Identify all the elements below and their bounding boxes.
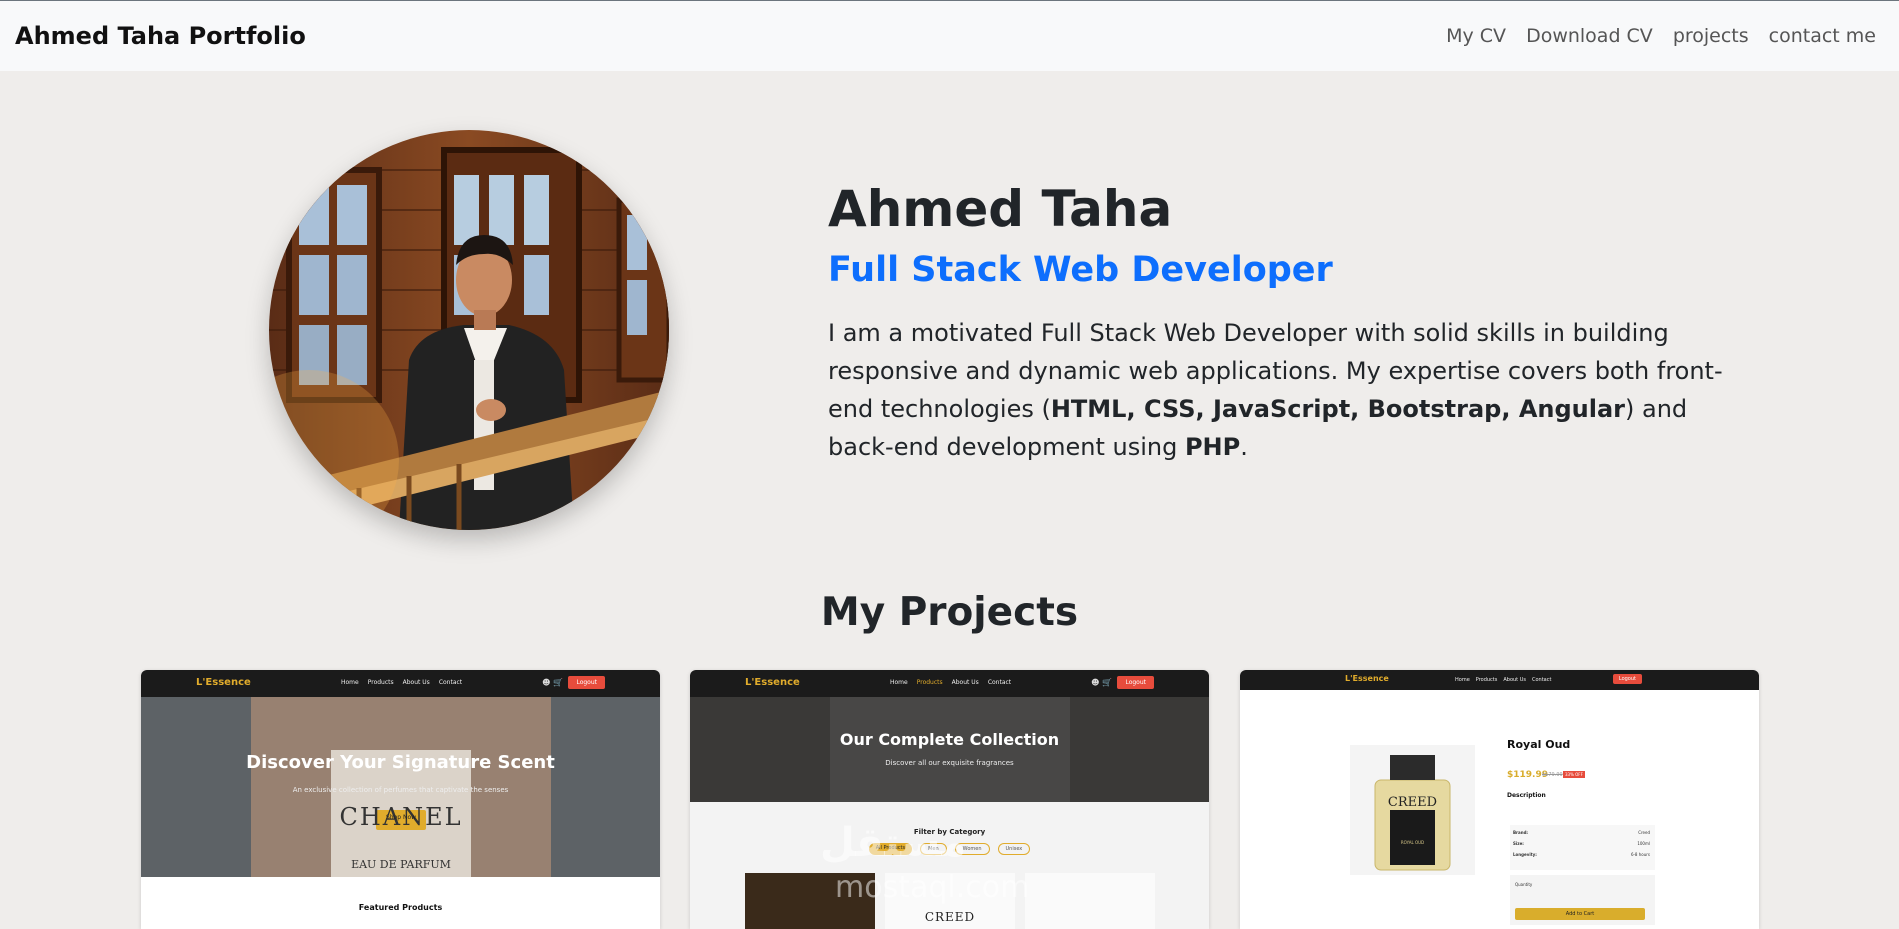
project-1-brand: L'Essence (196, 677, 251, 688)
spec-key: Longevity: (1513, 852, 1537, 857)
project-1-nav-about: About Us (402, 679, 430, 686)
projects-heading: My Projects (820, 590, 1079, 635)
bio-backend-skill: PHP (1184, 433, 1241, 461)
hero-name: Ahmed Taha (828, 180, 1173, 238)
profile-photo (269, 130, 669, 530)
project-2-nav-products: Products (916, 679, 943, 686)
user-cart-icon: ☻ 🛒 (542, 678, 563, 687)
nav-link-contact-me[interactable]: contact me (1769, 25, 1876, 47)
nav-link-my-cv[interactable]: My CV (1446, 25, 1506, 47)
project-2-hero-title: Our Complete Collection (839, 730, 1060, 749)
project-3-screenshot (1240, 670, 1759, 929)
project-2-brand: L'Essence (745, 677, 800, 688)
spec-value: 6-8 hours (1630, 852, 1650, 857)
bio-frontend-skills: HTML, CSS, JavaScript, Bootstrap, Angula… (1050, 395, 1626, 423)
project-2-navbar: L'Essence Home Products About Us Contact… (690, 670, 1209, 697)
project-3-nav-home: Home (1455, 677, 1470, 683)
project-3-specs: Brand: Creed Size: 100ml Longevity: 6-8 hou… (1513, 830, 1650, 857)
project-2-filter-women: Women (954, 843, 990, 855)
project-2-nav-about: About Us (951, 679, 979, 686)
project-3-nav-links: Home Products About Us Contact (1455, 677, 1551, 683)
project-3-brand: L'Essence (1345, 674, 1389, 683)
project-3-navbar: L'Essence Home Products About Us Contact… (1240, 670, 1759, 690)
spec-row: Size: 100ml (1513, 841, 1650, 846)
project-1-nav-home: Home (341, 679, 359, 686)
project-1-shop-now-button: Shop Now (385, 814, 417, 821)
project-1-bottle-sub: EAU DE PARFUM (351, 858, 451, 871)
project-3-nav-contact: Contact (1532, 677, 1552, 683)
project-1-logout-button: Logout (568, 676, 605, 689)
spec-value: Creed (1638, 830, 1650, 835)
project-1-nav-contact: Contact (438, 679, 463, 686)
spec-value: 100ml (1637, 841, 1650, 846)
spec-key: Size: (1513, 841, 1524, 846)
project-2-filter-title: Filter by Category (913, 828, 986, 836)
spec-key: Brand: (1513, 830, 1529, 835)
navbar-links: My CV Download CV projects contact me (1446, 25, 1884, 47)
hero-bio: I am a motivated Full Stack Web Develope… (828, 314, 1748, 466)
project-1-nav-links: Home Products About Us Contact (341, 679, 462, 686)
project-1-featured-title: Featured Products (358, 903, 443, 912)
project-1-screenshot (141, 697, 660, 929)
project-1-nav-products: Products (367, 679, 394, 686)
spec-row: Brand: Creed (1513, 830, 1650, 835)
project-2-filter-list: All Products Men Women Unisex (690, 843, 1209, 855)
project-2-filter-men: Men (920, 843, 947, 855)
navbar-brand[interactable]: Ahmed Taha Portfolio (15, 22, 306, 50)
project-2-screenshot (690, 697, 1209, 929)
project-card-3[interactable]: L'Essence Home Products About Us Contact… (1240, 670, 1759, 929)
project-2-product-label: CREED (924, 910, 976, 924)
project-3-discount-badge: 33% OFF (1563, 771, 1585, 778)
project-2-filter-unisex: Unisex (997, 843, 1031, 855)
project-card-1[interactable]: L'Essence Home Products About Us Contact… (141, 670, 660, 929)
project-3-logout-button: Logout (1612, 674, 1642, 684)
project-3-old-price: $179.99 (1542, 772, 1563, 778)
project-2-hero-subtitle: Discover all our exquisite fragrances (885, 759, 1014, 767)
hero-title: Full Stack Web Developer (828, 250, 1333, 290)
project-2-nav-home: Home (890, 679, 908, 686)
project-3-bottle-label: CREED (1387, 795, 1438, 810)
spec-row: Longevity: 6-8 hours (1513, 852, 1650, 857)
project-3-product-name: Royal Oud (1507, 738, 1571, 751)
project-1-hero-title: Discover Your Signature Scent (246, 752, 555, 773)
project-3-description-title: Description (1507, 792, 1546, 799)
project-card-2[interactable]: L'Essence Home Products About Us Contact… (690, 670, 1209, 929)
project-1-hero-subtitle: An exclusive collection of perfumes that… (292, 786, 509, 794)
project-2-nav-contact: Contact (987, 679, 1012, 686)
nav-link-projects[interactable]: projects (1673, 25, 1749, 47)
project-2-filter-all: All Products (868, 843, 913, 855)
project-3-nav-products: Products (1475, 677, 1498, 683)
project-1-navbar: L'Essence Home Products About Us Contact… (141, 670, 660, 697)
nav-link-download-cv[interactable]: Download CV (1526, 25, 1653, 47)
bio-text: . (1240, 433, 1248, 461)
project-3-nav-about: About Us (1503, 677, 1526, 683)
project-3-add-to-cart: Add to Cart (1565, 911, 1595, 917)
project-3-quantity-label: Quantity (1515, 882, 1533, 887)
user-cart-icon: ☻ 🛒 (1091, 678, 1112, 687)
project-2-nav-links: Home Products About Us Contact (890, 679, 1011, 686)
top-navbar: Ahmed Taha Portfolio My CV Download CV p… (0, 0, 1899, 71)
project-2-logout-button: Logout (1117, 676, 1154, 689)
project-3-bottle-sub: ROYAL OUD (1400, 840, 1425, 845)
